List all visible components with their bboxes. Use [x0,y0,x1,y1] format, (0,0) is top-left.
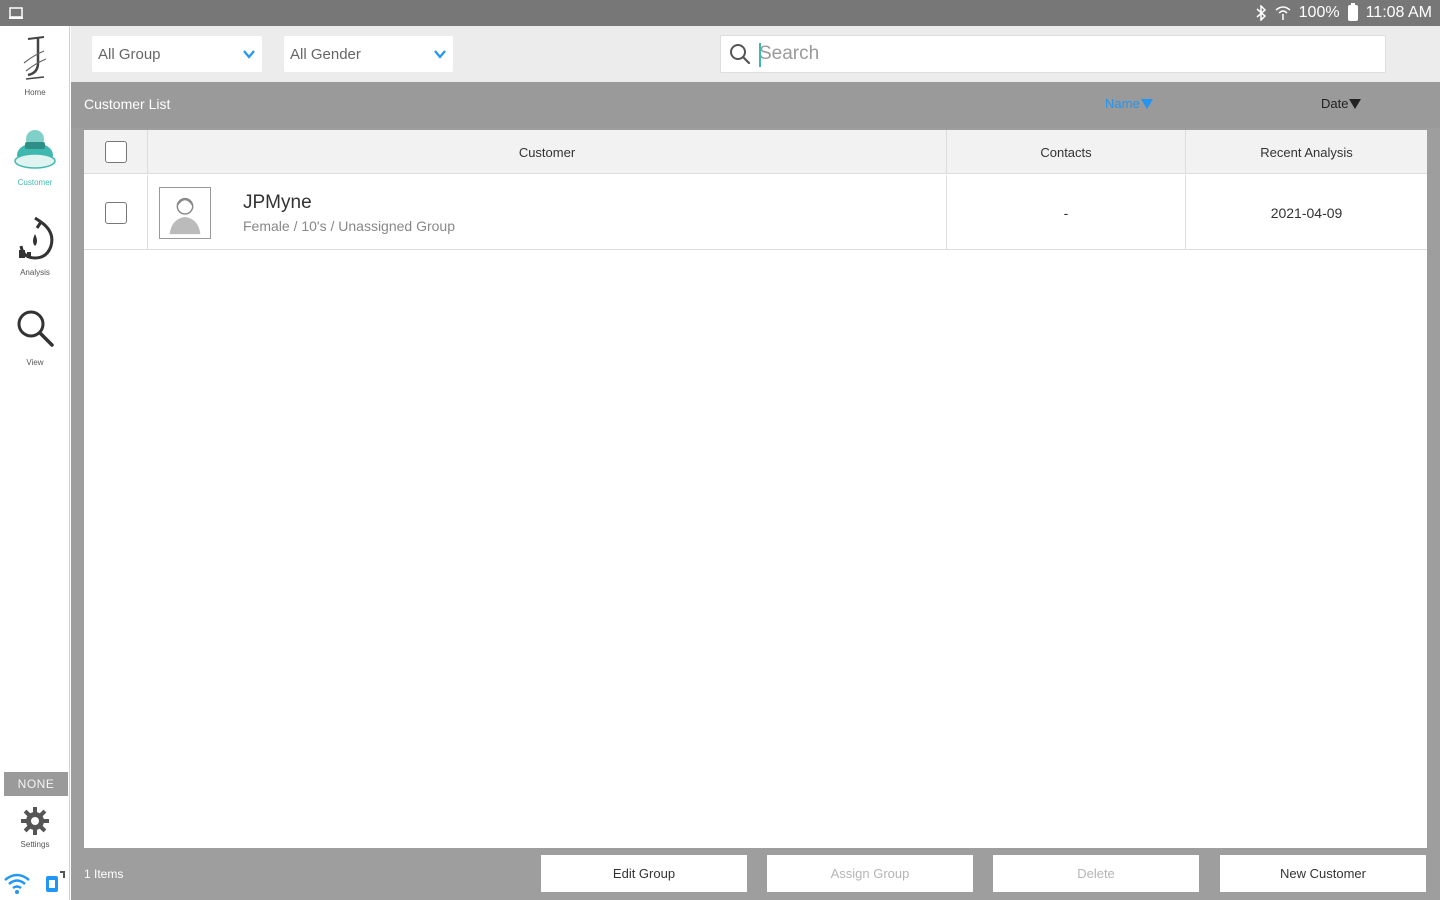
edit-group-button[interactable]: Edit Group [541,855,747,892]
column-header-recent-analysis[interactable]: Recent Analysis [1186,130,1427,174]
header-checkbox-cell [84,130,148,174]
sidebar-item-label: Settings [20,840,50,849]
device-icon[interactable] [44,870,66,894]
sidebar-item-analysis[interactable]: Analysis [0,210,70,290]
new-customer-button[interactable]: New Customer [1220,855,1426,892]
screenshot-icon [9,7,23,19]
bluetooth-icon [1256,5,1266,21]
status-bar: 100% 11:08 AM [0,0,1440,26]
customer-info: JPMyne Female / 10's / Unassigned Group [243,192,455,234]
connection-badge: NONE [4,772,68,796]
sort-name-label: Name [1105,96,1140,111]
wifi-icon[interactable] [4,872,30,894]
table-header: Customer Contacts Recent Analysis [84,130,1427,174]
sort-arrow-icon [1349,98,1362,109]
battery-icon [1347,3,1358,21]
sidebar-item-label: Customer [17,178,53,187]
recent-analysis-cell: 2021-04-09 [1270,204,1343,221]
table-row[interactable]: JPMyne Female / 10's / Unassigned Group … [84,175,1427,250]
customer-details: Female / 10's / Unassigned Group [243,217,456,234]
item-count: 1 Items [84,867,124,881]
delete-button[interactable]: Delete [993,855,1199,892]
footer-bar: 1 Items Edit Group Assign Group Delete N… [71,850,1440,900]
search-box[interactable] [720,35,1386,73]
battery-percent: 100% [1298,4,1340,21]
assign-group-button[interactable]: Assign Group [767,855,973,892]
select-all-checkbox[interactable] [104,141,127,163]
row-checkbox[interactable] [104,201,127,224]
gender-filter-value: All Gender [290,45,361,63]
row-checkbox-cell [84,175,148,250]
sidebar: Home Customer Analysis View NONE Setting… [0,26,70,900]
chevron-down-icon [434,50,446,59]
column-header-contacts[interactable]: Contacts [947,130,1186,174]
sidebar-item-label: Analysis [20,268,50,277]
customer-cell: JPMyne Female / 10's / Unassigned Group [148,175,947,250]
main-content: All Group All Gender Customer List Name [71,26,1440,900]
sidebar-item-customer[interactable]: Customer [0,120,70,200]
customer-table: Customer Contacts Recent Analysis JPMyne… [84,130,1427,848]
sort-arrow-icon [1140,98,1153,109]
sidebar-item-label: View [26,358,44,367]
sort-by-date-button[interactable]: Date [1321,96,1362,111]
contacts-cell: - [947,175,1186,250]
list-title: Customer List [84,96,171,112]
group-filter-select[interactable]: All Group [92,36,262,72]
sidebar-item-view[interactable]: View [0,300,70,380]
wifi-status-icon [1275,6,1291,20]
column-header-customer[interactable]: Customer [148,130,947,174]
filter-bar: All Group All Gender [71,26,1440,82]
status-indicators: 100% 11:08 AM [1255,3,1432,23]
search-input[interactable] [759,43,1359,65]
clock: 11:08 AM [1365,4,1432,21]
search-icon [730,44,751,65]
sidebar-item-label: Home [24,88,46,97]
chevron-down-icon [243,50,255,59]
avatar [159,186,211,239]
search-icon [10,300,60,356]
group-filter-value: All Group [98,45,161,63]
gear-icon [21,807,49,835]
sort-by-name-button[interactable]: Name [1105,96,1153,111]
sort-date-label: Date [1321,96,1349,111]
sidebar-item-home[interactable]: Home [0,30,70,110]
analysis-icon [10,210,60,266]
customer-icon [10,120,60,176]
sidebar-item-settings[interactable]: Settings [0,806,70,866]
customer-name: JPMyne [243,191,312,213]
list-header: Customer List Name Date [71,82,1440,128]
home-logo-icon [10,30,60,86]
text-cursor [759,43,761,67]
gender-filter-select[interactable]: All Gender [284,36,453,72]
